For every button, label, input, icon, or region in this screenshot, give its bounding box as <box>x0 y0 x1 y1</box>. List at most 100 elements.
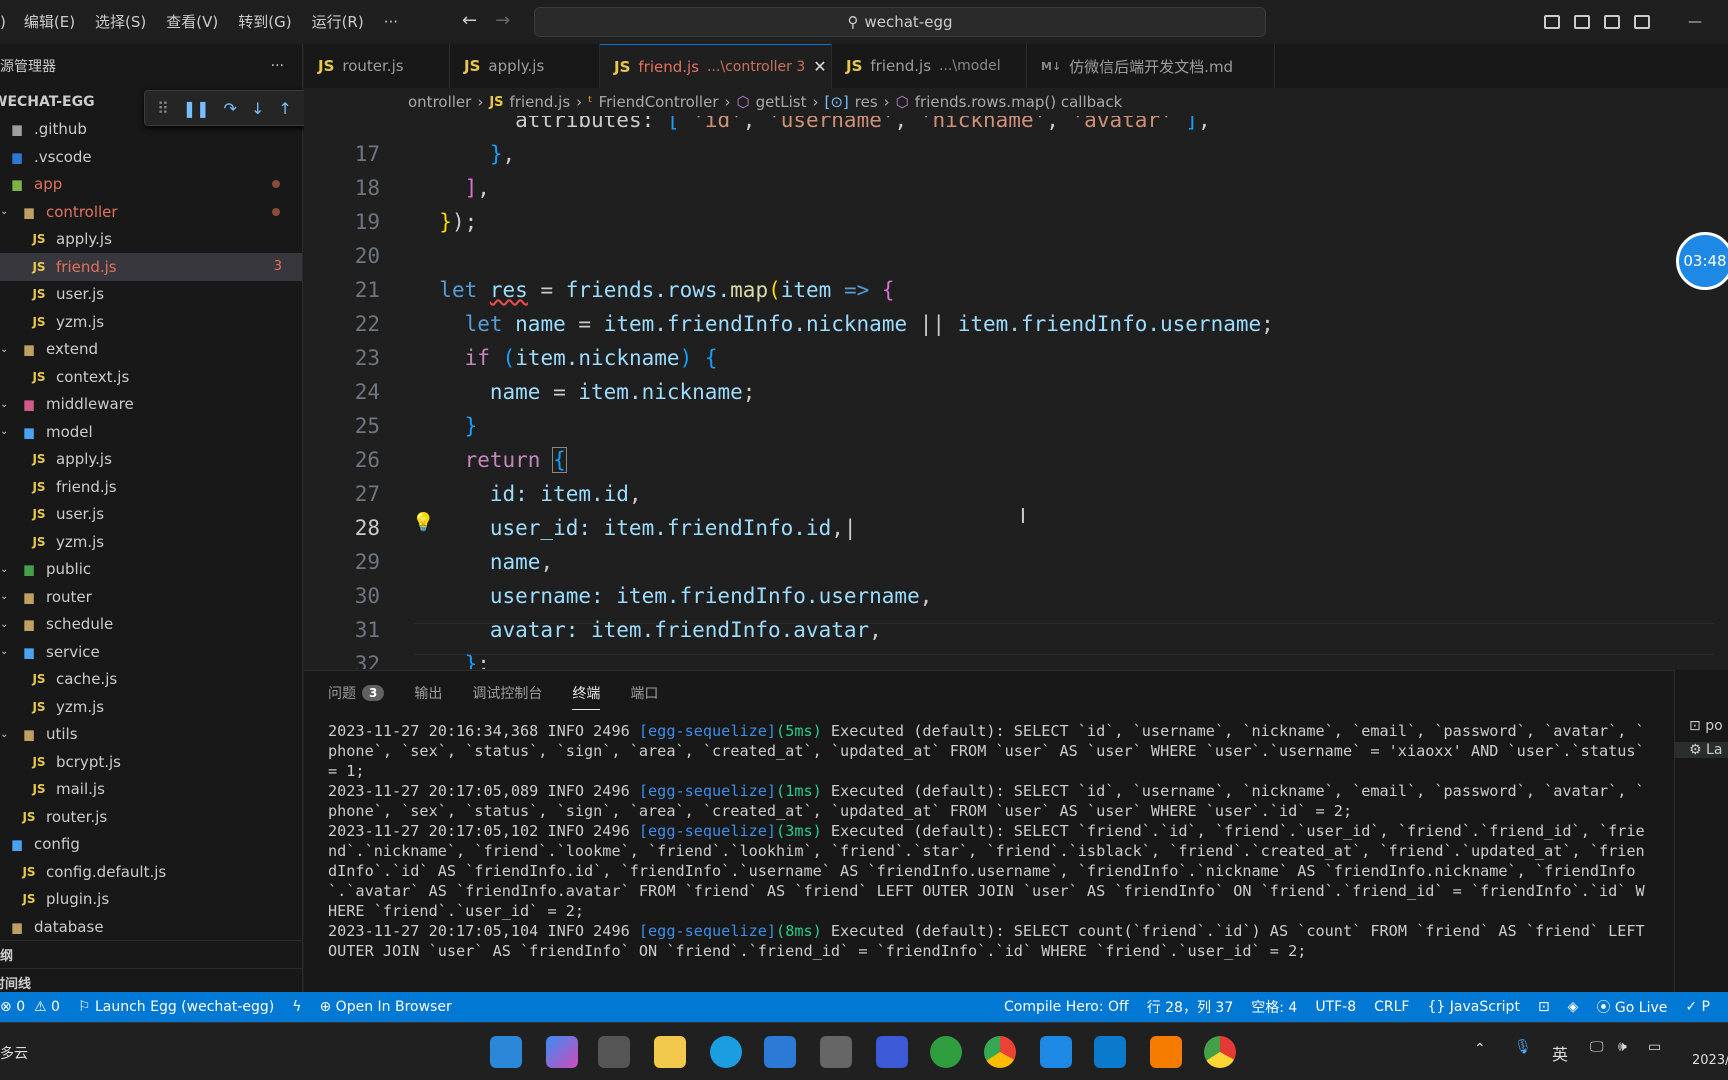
encoding[interactable]: UTF-8 <box>1315 999 1356 1015</box>
menu-more[interactable]: ··· <box>374 0 408 44</box>
file-item[interactable]: JS context.js <box>0 363 302 391</box>
folder-item[interactable]: ⌄ ▆ service <box>0 638 302 666</box>
microphone-icon[interactable]: 🎙 <box>1514 1039 1532 1055</box>
broadcast-icon[interactable]: ◈ <box>1568 999 1579 1015</box>
step-into-icon[interactable]: ↓ <box>251 99 264 118</box>
folder-item[interactable]: ⌄ ▆ extend <box>0 336 302 364</box>
prettier-status[interactable]: ✓ P <box>1685 999 1710 1015</box>
close-icon[interactable]: ✕ <box>813 57 826 76</box>
tab-friend-js-model[interactable]: JS friend.js ...\model <box>832 44 1027 88</box>
chevron-down-icon[interactable]: ⌄ <box>0 206 8 217</box>
folder-item[interactable]: ⌄ ▆ router <box>0 583 302 611</box>
unity-icon[interactable] <box>820 1036 852 1068</box>
file-item[interactable]: JS mail.js <box>0 776 302 804</box>
edge-icon[interactable] <box>710 1036 742 1068</box>
compile-hero-status[interactable]: Compile Hero: Off <box>1004 999 1129 1015</box>
folder-item[interactable]: ⌄ ▆ controller <box>0 198 302 226</box>
menu-edit[interactable]: 编辑(E) <box>14 0 85 44</box>
tab-friend-js-controller[interactable]: JS friend.js ...\controller 3 ✕ <box>600 44 832 88</box>
forward-arrow-icon[interactable]: → <box>495 10 510 31</box>
chevron-down-icon[interactable]: ⌄ <box>0 564 8 575</box>
volume-icon[interactable]: 🕪 <box>1618 1039 1627 1055</box>
folder-item[interactable]: ▆ .vscode <box>0 143 302 171</box>
floating-clock[interactable]: 03:48 <box>1676 232 1728 290</box>
task-view-icon[interactable] <box>598 1036 630 1068</box>
terminal-item-launch[interactable]: ⚙ La <box>1675 742 1728 758</box>
indentation[interactable]: 空格: 4 <box>1251 997 1297 1017</box>
file-item[interactable]: JS router.js <box>0 803 302 831</box>
step-out-icon[interactable]: ↑ <box>278 99 291 118</box>
explorer-more-button[interactable]: ··· <box>271 58 284 74</box>
folder-item[interactable]: ⌄ ▆ utils <box>0 721 302 749</box>
terminal-item-powershell[interactable]: ⊡ po <box>1675 718 1728 734</box>
folder-item[interactable]: ▆ database <box>0 913 302 941</box>
folder-item[interactable]: ⌄ ▆ middleware <box>0 391 302 419</box>
command-center-search[interactable]: ⚲ wechat-egg <box>534 7 1266 37</box>
toggle-sidebar-icon[interactable] <box>1544 15 1560 29</box>
file-item[interactable]: JS config.default.js <box>0 858 302 886</box>
file-item[interactable]: JS bcrypt.js <box>0 748 302 776</box>
tab-output[interactable]: 输出 <box>414 683 442 703</box>
step-over-icon[interactable]: ↷ <box>224 99 237 118</box>
breadcrumb-variable[interactable]: res <box>855 93 878 111</box>
windows-start-icon[interactable] <box>490 1036 522 1068</box>
line-ending[interactable]: CRLF <box>1374 999 1409 1015</box>
minimize-icon[interactable]: — <box>1688 14 1702 30</box>
outline-section[interactable]: 纲 <box>0 940 303 968</box>
terminal-output[interactable]: 2023-11-27 20:16:34,368 INFO 2496 [egg-s… <box>304 715 1674 961</box>
go-live[interactable]: ⦿ Go Live <box>1596 997 1667 1017</box>
sublime-icon[interactable] <box>1150 1036 1182 1068</box>
open-in-browser[interactable]: ⊕ Open In Browser <box>319 999 451 1015</box>
store-icon[interactable] <box>764 1036 796 1068</box>
language-mode[interactable]: {} JavaScript <box>1427 999 1519 1015</box>
breadcrumb-class[interactable]: FriendController <box>599 93 719 111</box>
tab-debug-console[interactable]: 调试控制台 <box>472 683 542 703</box>
problems-status[interactable]: ⊗ 0 ⚠ 0 <box>0 999 60 1015</box>
lightning-icon[interactable]: ϟ <box>292 999 301 1015</box>
chrome-icon[interactable] <box>984 1036 1016 1068</box>
tab-terminal[interactable]: 终端 <box>572 683 601 710</box>
file-explorer-icon[interactable] <box>654 1036 686 1068</box>
lightbulb-icon[interactable]: 💡 <box>412 512 434 533</box>
file-item[interactable]: JS plugin.js <box>0 886 302 914</box>
file-item[interactable]: JS user.js <box>0 281 302 309</box>
vscode-icon[interactable] <box>1094 1036 1126 1068</box>
menu-goto[interactable]: 转到(G) <box>228 0 301 44</box>
file-item[interactable]: JS friend.js <box>0 473 302 501</box>
tab-markdown-doc[interactable]: M↓ 仿微信后端开发文档.md <box>1027 44 1275 88</box>
launch-config[interactable]: ⚐ Launch Egg (wechat-egg) <box>78 999 274 1015</box>
whiteboard-icon[interactable] <box>876 1036 908 1068</box>
chevron-down-icon[interactable]: ⌄ <box>0 591 8 602</box>
chevron-down-icon[interactable]: ⌄ <box>0 344 8 355</box>
customize-layout-icon[interactable] <box>1634 15 1650 29</box>
chevron-down-icon[interactable]: ⌄ <box>0 646 8 657</box>
breadcrumb-callback[interactable]: friends.rows.map() callback <box>915 93 1123 111</box>
tab-ports[interactable]: 端口 <box>630 683 658 703</box>
chevron-down-icon[interactable]: ⌄ <box>0 426 8 437</box>
tab-problems[interactable]: 问题 3 <box>328 683 385 703</box>
back-arrow-icon[interactable]: ← <box>462 10 477 31</box>
code-editor[interactable]: attributes: [ 'id', 'username', 'nicknam… <box>304 116 1714 669</box>
breadcrumb-folder[interactable]: ontroller <box>408 93 471 111</box>
menu-run[interactable]: 运行(R) <box>302 0 374 44</box>
breadcrumb-file[interactable]: friend.js <box>510 93 571 111</box>
folder-item[interactable]: ⌄ ▆ public <box>0 556 302 584</box>
weather-widget[interactable]: 多云 <box>0 1043 28 1063</box>
tab-router-js[interactable]: JS router.js <box>304 44 450 88</box>
terminal-icon[interactable]: ⊡ <box>1538 999 1550 1015</box>
chevron-down-icon[interactable]: ⌄ <box>0 729 8 740</box>
file-item[interactable]: JS cache.js <box>0 666 302 694</box>
menu-view[interactable]: 查看(V) <box>156 0 228 44</box>
folder-item[interactable]: ▆ config <box>0 831 302 859</box>
file-item[interactable]: JS apply.js <box>0 226 302 254</box>
breadcrumb-method[interactable]: getList <box>756 93 807 111</box>
menu-select[interactable]: 选择(S) <box>85 0 156 44</box>
chevron-down-icon[interactable]: ⌄ <box>0 619 8 630</box>
chevron-up-icon[interactable]: ⌃ <box>1474 1041 1486 1057</box>
cursor-position[interactable]: 行 28，列 37 <box>1147 997 1234 1017</box>
browser-icon[interactable] <box>1204 1036 1236 1068</box>
toggle-panel-icon[interactable] <box>1574 15 1590 29</box>
folder-item[interactable]: ▆ app <box>0 171 302 199</box>
file-item[interactable]: JS user.js <box>0 501 302 529</box>
file-item[interactable]: JS yzm.js <box>0 528 302 556</box>
